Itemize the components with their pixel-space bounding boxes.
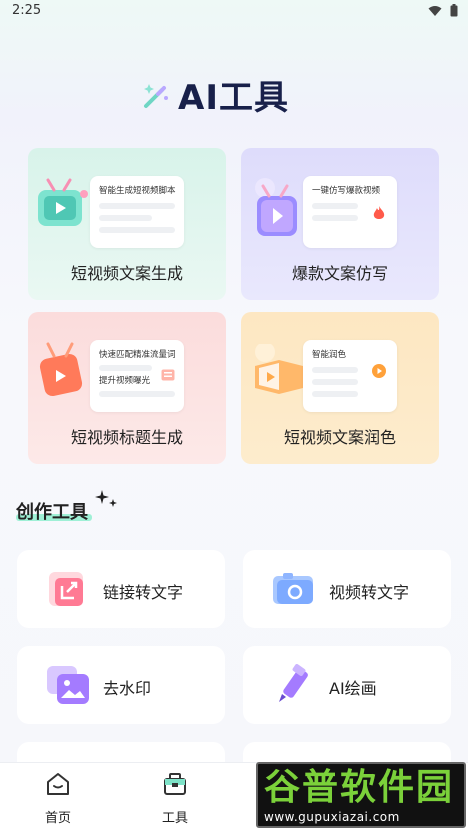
toolbox-icon: [164, 773, 186, 795]
placeholder-line: [99, 227, 175, 233]
card-preview-sheet: 智能生成短视频脚本: [90, 176, 184, 248]
page-title-text: AI工具: [178, 77, 289, 118]
battery-icon: [450, 4, 458, 17]
feature-card-script[interactable]: 智能生成短视频脚本 短视频文案生成: [28, 148, 226, 300]
placeholder-line: [312, 367, 358, 373]
watermark-url: www.gupuxiazai.com: [264, 810, 400, 824]
card-preview-sheet: 智能润色: [303, 340, 397, 412]
feature-card-rewrite[interactable]: 一键仿写爆款视频 爆款文案仿写: [241, 148, 439, 300]
wifi-icon: [428, 5, 442, 16]
placeholder-line: [312, 379, 358, 385]
status-bar: 2:25: [0, 0, 468, 24]
card-preview-text: 快速匹配精准流量词: [99, 350, 176, 360]
placeholder-line: [312, 391, 358, 397]
placeholder-line: [312, 203, 358, 209]
tool-video-to-text[interactable]: 视频转文字: [243, 550, 451, 628]
play-circle-icon: [372, 364, 386, 378]
tag-icon: [161, 369, 175, 381]
tool-label: 去水印: [103, 679, 152, 698]
tool-label: 视频转文字: [329, 583, 410, 602]
book-icon: [255, 344, 303, 394]
status-icons: [428, 4, 458, 17]
tool-link-to-text[interactable]: 链接转文字: [17, 550, 225, 628]
sparkle-icon: [95, 490, 117, 507]
magic-wand-icon: [144, 84, 168, 108]
card-preview-text: 智能润色: [312, 350, 347, 360]
pencil-icon: [279, 664, 308, 702]
card-preview-sheet: 快速匹配精准流量词 提升视频曝光: [90, 340, 184, 412]
card-label: 短视频文案生成: [70, 264, 183, 283]
placeholder-line: [99, 391, 175, 397]
tool-remove-watermark[interactable]: 去水印: [17, 646, 225, 724]
nav-label: 工具: [161, 811, 188, 826]
card-label: 爆款文案仿写: [291, 264, 388, 283]
nav-home[interactable]: 首页: [28, 771, 88, 826]
watermark-title: 谷普软件园: [264, 767, 455, 808]
video-box-icon: [255, 178, 297, 236]
status-time: 2:25: [12, 3, 42, 18]
feature-card-polish[interactable]: 智能润色 短视频文案润色: [241, 312, 439, 464]
tool-label: AI绘画: [329, 679, 377, 698]
placeholder-line: [312, 215, 358, 221]
tool-label: 链接转文字: [103, 583, 184, 602]
card-preview-text: 一键仿写爆款视频: [312, 186, 381, 196]
home-icon: [47, 773, 69, 795]
fire-icon: [373, 206, 385, 219]
card-preview-text: 智能生成短视频脚本: [99, 186, 176, 196]
section-title: 创作工具: [16, 502, 88, 523]
tool-ai-drawing[interactable]: AI绘画: [243, 646, 451, 724]
card-label: 短视频文案润色: [283, 428, 396, 447]
nav-label: 首页: [44, 811, 71, 826]
camera-icon: [273, 573, 313, 604]
nav-tools[interactable]: 工具: [145, 771, 205, 826]
card-preview-sheet: 一键仿写爆款视频: [303, 176, 397, 248]
image-icon: [47, 666, 89, 704]
feature-card-title[interactable]: 快速匹配精准流量词 提升视频曝光 短视频标题生成: [28, 312, 226, 464]
placeholder-line: [99, 215, 153, 221]
tv-icon: [38, 178, 88, 226]
page-title: AI工具: [140, 70, 289, 118]
card-label: 短视频标题生成: [70, 428, 183, 447]
watermark-logo: 谷普软件园 www.gupuxiazai.com: [256, 762, 466, 828]
link-share-icon: [49, 572, 83, 606]
placeholder-line: [99, 365, 153, 371]
video-tag-icon: [39, 342, 83, 397]
placeholder-line: [99, 203, 175, 209]
